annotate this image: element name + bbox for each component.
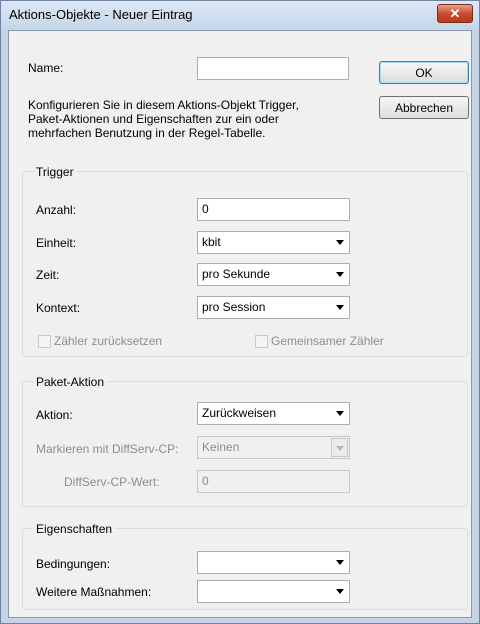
aktion-value: Zurückweisen (202, 406, 277, 420)
chevron-down-icon (331, 438, 348, 457)
close-icon: ✕ (449, 5, 461, 21)
einheit-label: Einheit: (36, 236, 77, 250)
diffserv-cp-label: DiffServ-CP-Wert: (64, 475, 160, 489)
kontext-select[interactable]: pro Session (197, 296, 350, 319)
dialog-client: Name: OK Abbrechen Konfigurieren Sie in … (8, 30, 472, 618)
description-line-1: Konfigurieren Sie in diesem Aktions-Obje… (28, 98, 299, 112)
weitere-select[interactable] (197, 580, 350, 603)
markieren-select[interactable]: Keinen (197, 436, 350, 459)
kontext-value: pro Session (202, 300, 266, 314)
anzahl-label: Anzahl: (36, 203, 77, 217)
aktion-select[interactable]: Zurückweisen (197, 402, 350, 425)
zeit-value: pro Sekunde (202, 267, 271, 281)
window-title: Aktions-Objekte - Neuer Eintrag (9, 7, 193, 22)
chevron-down-icon (336, 560, 344, 565)
name-label: Name: (28, 61, 64, 75)
cancel-button[interactable]: Abbrechen (379, 96, 469, 119)
kontext-label: Kontext: (36, 301, 81, 315)
description-line-3: mehrfachen Benutzung in der Regel-Tabell… (28, 126, 266, 140)
aktion-label: Aktion: (36, 408, 73, 422)
shared-counter-label: Gemeinsamer Zähler (271, 334, 384, 348)
diffserv-cp-input[interactable]: 0 (197, 470, 350, 493)
zeit-label: Zeit: (36, 268, 60, 282)
dialog-window: Aktions-Objekte - Neuer Eintrag ✕ Name: … (0, 0, 480, 624)
chevron-down-icon (336, 272, 344, 277)
trigger-group-title: Trigger (33, 165, 77, 179)
bedingungen-label: Bedingungen: (36, 557, 111, 571)
checkbox-box (255, 334, 268, 348)
chevron-down-icon (336, 305, 344, 310)
reset-counter-label: Zähler zurücksetzen (54, 334, 163, 348)
paket-aktion-group-title: Paket-Aktion (33, 375, 108, 389)
anzahl-input[interactable]: 0 (197, 198, 350, 221)
weitere-label: Weitere Maßnahmen: (36, 585, 152, 599)
markieren-label: Markieren mit DiffServ-CP: (36, 442, 179, 456)
title-bar[interactable]: Aktions-Objekte - Neuer Eintrag ✕ (1, 1, 479, 30)
markieren-value: Keinen (202, 440, 240, 454)
chevron-down-icon (336, 411, 344, 416)
close-button[interactable]: ✕ (437, 4, 473, 23)
checkbox-box (38, 334, 51, 348)
ok-button[interactable]: OK (379, 61, 469, 84)
name-input[interactable] (197, 57, 349, 80)
reset-counter-checkbox[interactable]: Zähler zurücksetzen (38, 334, 162, 348)
chevron-down-icon (336, 240, 344, 245)
bedingungen-select[interactable] (197, 551, 350, 574)
zeit-select[interactable]: pro Sekunde (197, 263, 350, 286)
einheit-select[interactable]: kbit (197, 231, 350, 254)
chevron-down-icon (336, 589, 344, 594)
shared-counter-checkbox[interactable]: Gemeinsamer Zähler (255, 334, 384, 348)
eigenschaften-group-title: Eigenschaften (33, 522, 116, 536)
description-line-2: Paket-Aktionen und Eigenschaften zur ein… (28, 112, 279, 126)
einheit-value: kbit (202, 235, 221, 249)
